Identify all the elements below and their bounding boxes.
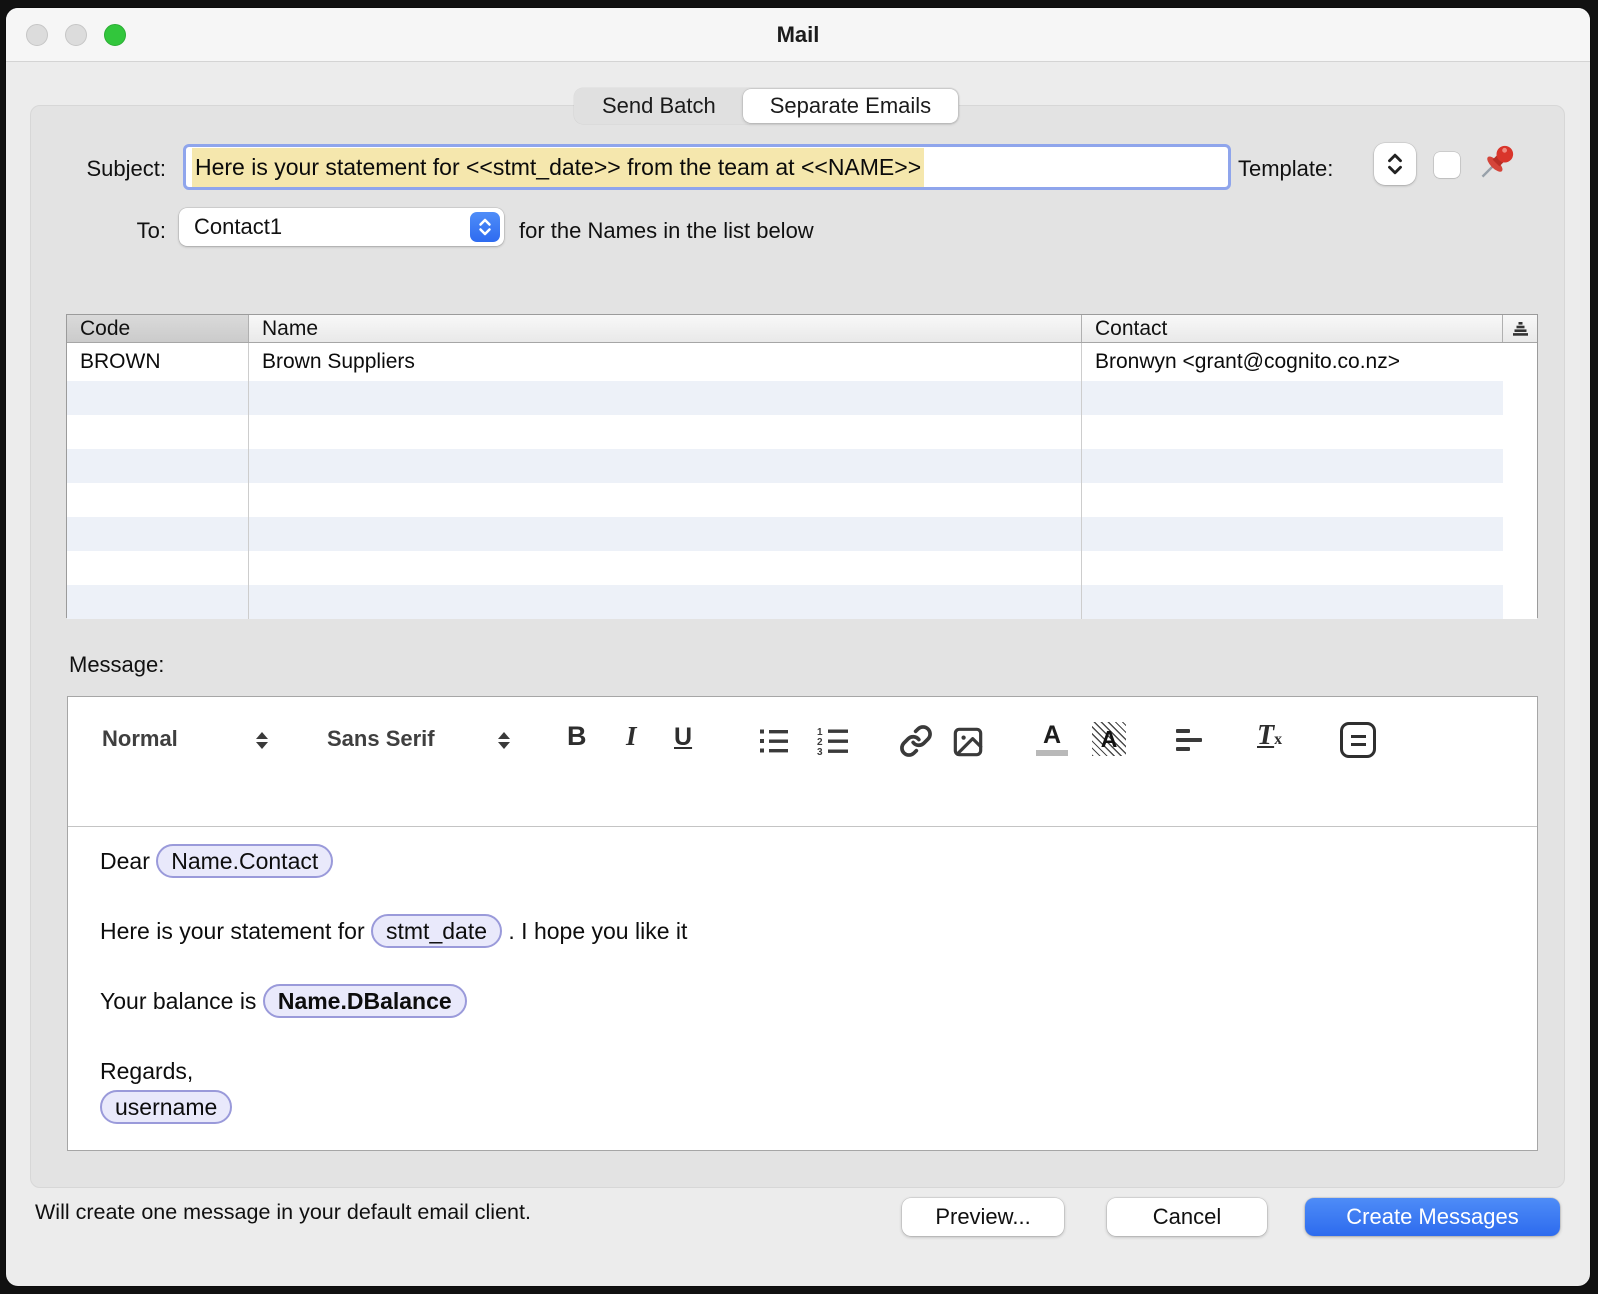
minimize-button[interactable]: [65, 24, 87, 46]
table-row[interactable]: BROWN Brown Suppliers Bronwyn <grant@cog…: [67, 343, 1537, 381]
column-header-code[interactable]: Code: [67, 315, 249, 342]
font-select[interactable]: Sans Serif: [327, 726, 435, 752]
table-row-empty: [67, 415, 1537, 449]
insert-link-button[interactable]: [899, 724, 933, 763]
paragraph-style-select[interactable]: Normal: [102, 726, 178, 752]
to-label: To:: [45, 218, 166, 244]
message-text: Your balance is: [100, 988, 263, 1014]
cell-name: Brown Suppliers: [249, 343, 1082, 381]
traffic-lights: [26, 24, 126, 46]
italic-button[interactable]: I: [626, 721, 637, 752]
table-row-empty: [67, 381, 1537, 415]
cell-contact: Bronwyn <grant@cognito.co.nz>: [1082, 343, 1503, 381]
column-header-contact[interactable]: Contact: [1082, 315, 1503, 342]
table-row-empty: [67, 585, 1537, 619]
align-button[interactable]: [1176, 729, 1202, 751]
close-button[interactable]: [26, 24, 48, 46]
table-header: Code Name Contact: [67, 315, 1537, 343]
message-paragraph: Here is your statement for stmt_date . I…: [100, 913, 1507, 949]
create-messages-button[interactable]: Create Messages: [1305, 1198, 1560, 1236]
popup-chevrons: [470, 212, 500, 242]
cancel-button[interactable]: Cancel: [1107, 1198, 1267, 1236]
message-paragraph: Regards,: [100, 1053, 1507, 1089]
table-row-empty: [67, 517, 1537, 551]
message-editor: Normal Sans Serif B I U 1: [67, 696, 1538, 1151]
table-row-empty: [67, 551, 1537, 585]
to-popup-value: Contact1: [179, 214, 470, 240]
subject-label: Subject:: [45, 156, 166, 182]
tab-send-batch[interactable]: Send Batch: [575, 89, 743, 123]
main-panel: Subject: Here is your statement for <<st…: [30, 105, 1565, 1188]
svg-text:3: 3: [817, 747, 823, 756]
link-icon: [899, 724, 933, 758]
to-popup[interactable]: Contact1: [179, 208, 504, 246]
mail-dialog-window: Mail Send Batch Separate Emails Subject:…: [6, 8, 1590, 1286]
table-row-empty: [67, 483, 1537, 517]
paragraph-style-chevrons-icon[interactable]: [256, 732, 268, 749]
table-row-empty: [67, 449, 1537, 483]
chevrons-up-down-icon: [475, 216, 495, 238]
message-paragraph: Dear Name.Contact: [100, 843, 1507, 879]
ordered-list-button[interactable]: 1 2 3: [816, 726, 850, 761]
template-label: Template:: [1238, 156, 1333, 182]
message-text: Regards,: [100, 1058, 193, 1084]
clean-t-glyph: T: [1257, 720, 1274, 751]
to-hint-text: for the Names in the list below: [519, 218, 814, 244]
text-color-button[interactable]: A: [1036, 722, 1068, 756]
tab-separate-emails[interactable]: Separate Emails: [743, 89, 958, 123]
insert-field-button[interactable]: [1340, 722, 1376, 758]
message-label: Message:: [69, 652, 164, 678]
editor-toolbar: Normal Sans Serif B I U 1: [68, 697, 1537, 827]
template-stepper[interactable]: [1374, 143, 1416, 185]
column-options-button[interactable]: [1503, 315, 1537, 342]
title-bar: Mail: [6, 8, 1590, 62]
clear-formatting-button[interactable]: Tx: [1257, 720, 1282, 752]
highlight-color-button[interactable]: A: [1092, 722, 1126, 756]
clean-x-glyph: x: [1274, 731, 1282, 748]
bullet-list-button[interactable]: [758, 727, 790, 760]
column-sort-icon: [1512, 321, 1529, 336]
chevrons-up-down-icon: [1384, 151, 1406, 177]
template-checkbox[interactable]: [1434, 152, 1460, 178]
message-body[interactable]: Dear Name.Contact Here is your statement …: [68, 827, 1537, 1125]
ordered-list-icon: 1 2 3: [816, 726, 850, 756]
mode-tabs: Send Batch Separate Emails: [574, 88, 959, 124]
merge-field-token[interactable]: username: [100, 1090, 232, 1124]
subject-value: Here is your statement for <<stmt_date>>…: [192, 148, 924, 187]
font-chevrons-icon[interactable]: [498, 732, 510, 749]
recipients-table: Code Name Contact BROWN Brown Suppliers: [66, 314, 1538, 618]
message-paragraph: username: [100, 1089, 1507, 1125]
highlight-color-icon: A: [1101, 726, 1118, 753]
window-title: Mail: [777, 22, 820, 48]
message-text: Here is your statement for: [100, 918, 371, 944]
image-icon: [952, 726, 984, 758]
bold-button[interactable]: B: [567, 721, 587, 752]
message-text: . I hope you like it: [502, 918, 687, 944]
bullet-list-icon: [758, 727, 790, 755]
table-body: BROWN Brown Suppliers Bronwyn <grant@cog…: [67, 343, 1537, 619]
column-header-name[interactable]: Name: [249, 315, 1082, 342]
text-color-icon: A: [1043, 722, 1061, 748]
merge-field-token[interactable]: Name.DBalance: [263, 984, 467, 1018]
footer-note: Will create one message in your default …: [35, 1200, 531, 1225]
cell-code: BROWN: [67, 343, 249, 381]
merge-field-token[interactable]: stmt_date: [371, 914, 502, 948]
insert-image-button[interactable]: [952, 726, 984, 763]
pushpin-icon[interactable]: [1472, 139, 1520, 187]
subject-input[interactable]: Here is your statement for <<stmt_date>>…: [183, 144, 1231, 190]
message-text: Dear: [100, 848, 156, 874]
merge-field-token[interactable]: Name.Contact: [156, 844, 333, 878]
zoom-button[interactable]: [104, 24, 126, 46]
preview-button[interactable]: Preview...: [902, 1198, 1064, 1236]
message-paragraph: Your balance is Name.DBalance: [100, 983, 1507, 1019]
underline-button[interactable]: U: [674, 723, 692, 752]
